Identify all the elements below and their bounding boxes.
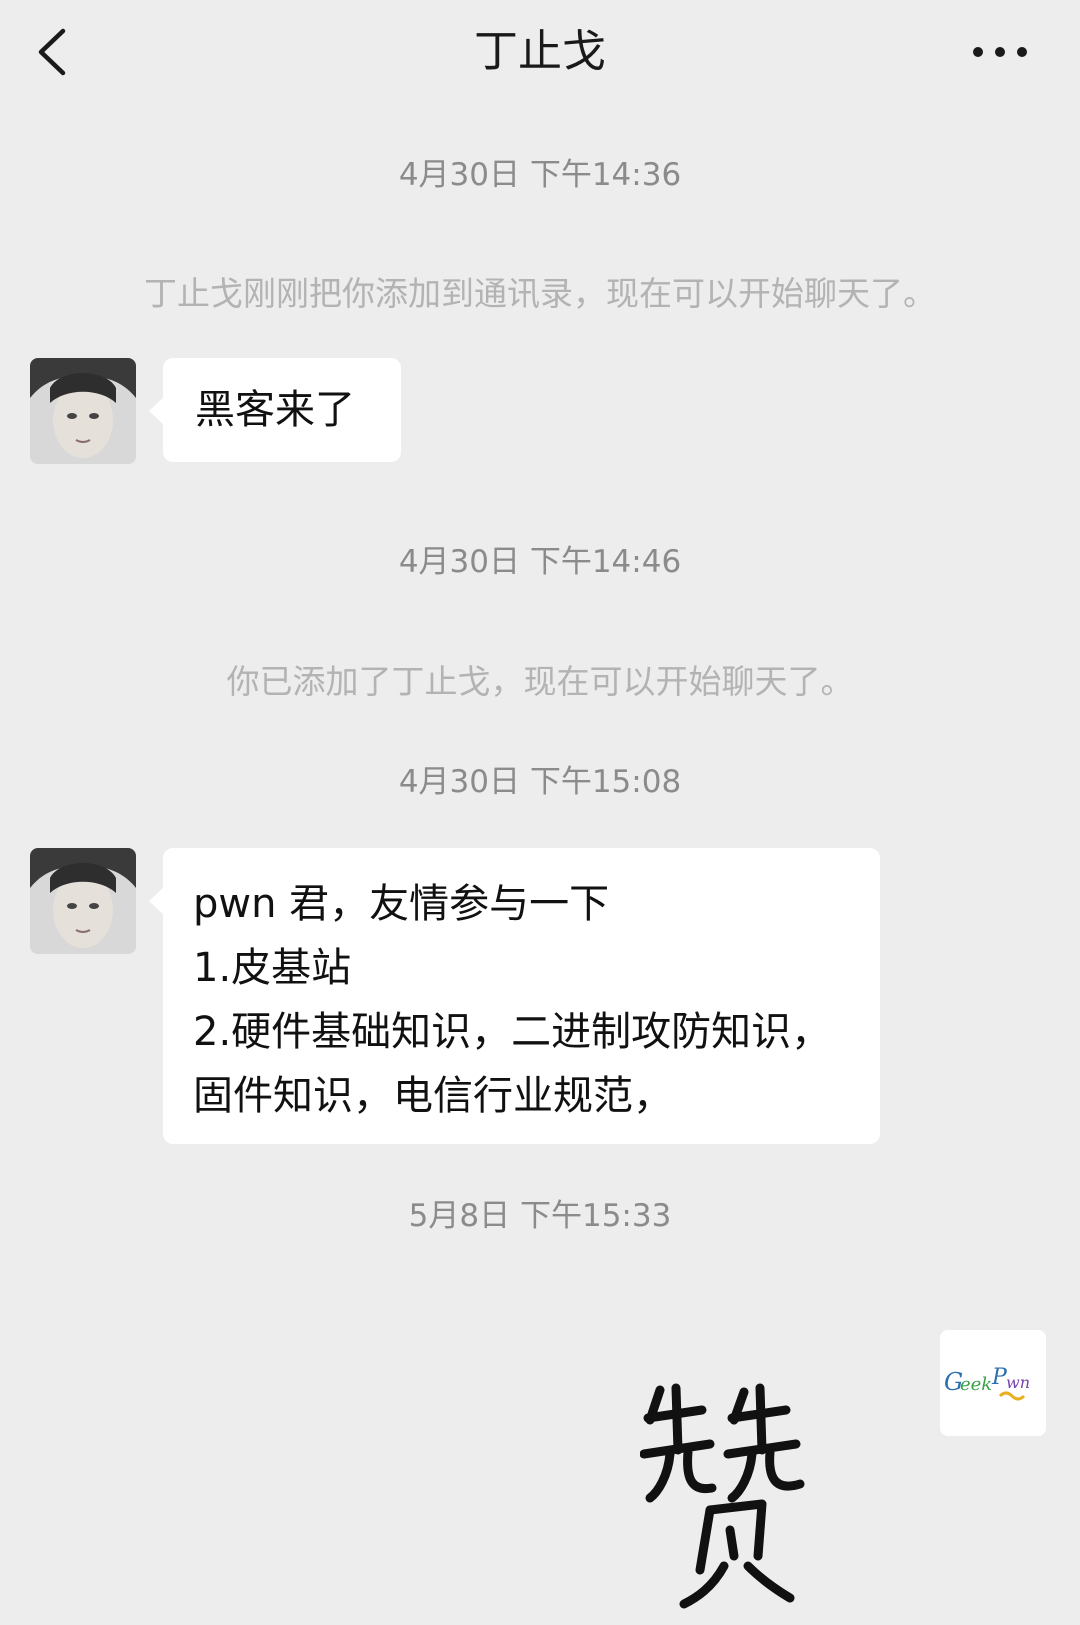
sticker-message[interactable]	[639, 1380, 840, 1610]
system-message: 你已添加了丁止戈，现在可以开始聊天了。	[226, 662, 854, 701]
avatar-photo	[30, 848, 136, 954]
message-line: 1.皮基站	[193, 945, 352, 991]
message-text: 黑客来了	[195, 387, 355, 433]
message-line: 2.硬件基础知识，二进制攻防知识，	[193, 1009, 832, 1055]
system-message: 丁止戈刚刚把你添加到通讯录，现在可以开始聊天了。	[144, 274, 936, 313]
chat-header: 丁止戈	[0, 0, 1080, 110]
message-bubble[interactable]: pwn 君，友情参与一下 1.皮基站 2.硬件基础知识，二进制攻防知识， 固件知…	[149, 848, 880, 1144]
message-timestamp: 4月30日 下午15:08	[398, 764, 682, 800]
contact-avatar[interactable]	[30, 848, 136, 954]
message-timestamp: 4月30日 下午14:36	[398, 157, 682, 193]
chat-title: 丁止戈	[474, 26, 606, 77]
message-bubble[interactable]: 黑客来了	[149, 358, 401, 462]
more-button[interactable]	[960, 22, 1040, 82]
message-timestamp: 5月8日 下午15:33	[408, 1198, 672, 1234]
geekpwn-logo-icon: G eek P wn	[940, 1330, 1046, 1436]
avatar-photo	[30, 358, 136, 464]
message-line: 固件知识，电信行业规范，	[193, 1073, 673, 1119]
my-avatar[interactable]: G eek P wn	[940, 1330, 1046, 1436]
message-line: pwn 君，友情参与一下	[193, 881, 610, 927]
message-timestamp: 4月30日 下午14:46	[398, 544, 682, 580]
contact-avatar[interactable]	[30, 358, 136, 464]
more-dots-icon	[973, 47, 1027, 57]
handwritten-zan-sticker	[639, 1383, 805, 1609]
svg-text:eek: eek	[960, 1374, 992, 1395]
svg-text:wn: wn	[1006, 1373, 1030, 1392]
